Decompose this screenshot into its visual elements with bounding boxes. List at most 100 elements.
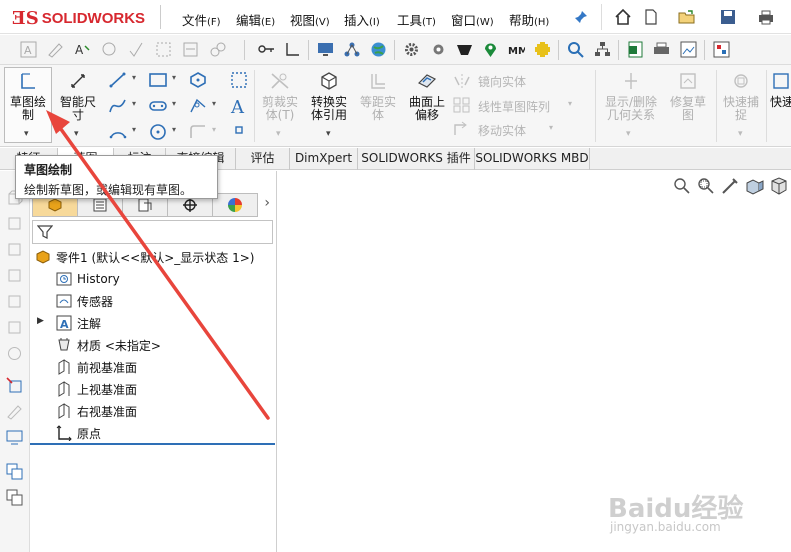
auto-dimension-icon[interactable]: A [74, 41, 91, 58]
zoom-to-fit-icon[interactable] [673, 177, 691, 195]
print-icon[interactable] [757, 8, 775, 26]
open-folder-icon[interactable] [678, 8, 696, 26]
annotation-text-icon[interactable]: A [20, 41, 37, 58]
chevron-right-icon[interactable]: › [264, 195, 270, 211]
image-export-icon[interactable] [680, 41, 697, 58]
copy-layers-icon[interactable] [6, 463, 23, 480]
convert-dropdown-icon[interactable]: ▾ [326, 129, 331, 139]
sweep-icon[interactable] [6, 241, 23, 258]
excel-export-icon[interactable] [627, 41, 644, 58]
mm-units-icon[interactable]: MM [508, 41, 525, 58]
tree-item-right-plane[interactable]: 右视基准面 [55, 401, 137, 421]
tree-item-top-plane[interactable]: 上视基准面 [55, 379, 137, 399]
display-manager-tab[interactable] [213, 194, 257, 216]
rectangle-dropdown-icon[interactable]: ▾ [172, 73, 176, 82]
display-delete-relations-button[interactable]: 显示/删除 几何关系 [600, 71, 662, 122]
trim-entities-button[interactable]: 剪裁实 体(T) [258, 71, 302, 122]
network-icon[interactable] [344, 41, 361, 58]
surface-finish-icon[interactable] [128, 41, 145, 58]
tree-root-part[interactable]: 零件1 (默认<<默认>_显示状态 1>) [34, 247, 254, 267]
circle-icon[interactable] [148, 123, 168, 141]
trim-dropdown-icon[interactable]: ▾ [276, 129, 281, 139]
convert-entities-button[interactable]: 转换实 体引用 [306, 71, 352, 122]
tab-evaluate[interactable]: 评估 [236, 148, 290, 170]
view-display-icon[interactable] [6, 429, 23, 446]
move-entities-icon[interactable] [453, 121, 471, 137]
tree-item-front-plane[interactable]: 前视基准面 [55, 357, 137, 377]
menu-view[interactable]: 视图(V) [290, 10, 330, 29]
menu-tools[interactable]: 工具(T) [397, 10, 436, 29]
boundary-icon[interactable] [6, 293, 23, 310]
sketch-button[interactable]: 草图绘 制 [6, 71, 50, 122]
arc-dropdown-icon[interactable]: ▾ [132, 125, 136, 134]
menu-help[interactable]: 帮助(H) [509, 10, 549, 29]
tree-item-sensors[interactable]: 传感器 [55, 291, 113, 311]
revolve-icon[interactable] [6, 215, 23, 232]
construction-geometry-icon[interactable] [230, 71, 248, 89]
fillet-dropdown-icon[interactable]: ▾ [212, 99, 216, 108]
properties-icon[interactable] [713, 41, 730, 58]
chamfer-icon[interactable] [188, 123, 208, 141]
tab-solidworks-mbd[interactable]: SOLIDWORKS MBD [475, 148, 590, 170]
rapid-sketch-button[interactable]: 快速 [770, 71, 791, 109]
smart-dimension-dropdown-icon[interactable]: ▾ [74, 129, 79, 139]
datum-icon[interactable] [155, 41, 172, 58]
previous-view-icon[interactable] [721, 177, 739, 195]
section-view-icon[interactable] [745, 177, 765, 195]
fillet-icon[interactable] [188, 97, 208, 115]
home-icon[interactable] [614, 8, 632, 26]
key-icon[interactable] [258, 41, 275, 58]
sketch-select-icon[interactable] [6, 377, 23, 394]
cut-icon[interactable] [6, 319, 23, 336]
cup-icon[interactable] [456, 41, 473, 58]
quick-snaps-button[interactable]: 快速捕 捉 [720, 71, 762, 122]
gear-icon[interactable] [403, 41, 420, 58]
view-orientation-icon[interactable] [769, 177, 789, 195]
edit-sketch-icon[interactable] [6, 403, 23, 420]
tree-item-origin[interactable]: 原点 [55, 423, 101, 443]
point-icon[interactable] [234, 125, 244, 135]
offset-on-surface-button[interactable]: 曲面上 偏移 [404, 71, 450, 122]
tree-filter-input[interactable] [32, 220, 273, 244]
rollback-bar[interactable] [30, 443, 275, 445]
printer-icon[interactable] [653, 41, 670, 58]
line-dropdown-icon[interactable]: ▾ [132, 73, 136, 82]
sketch-text-icon[interactable]: A [230, 97, 248, 117]
tree-item-history[interactable]: History [55, 269, 120, 289]
relations-dropdown-icon[interactable]: ▾ [626, 129, 631, 139]
line-icon[interactable] [108, 71, 128, 89]
quick-snaps-dropdown-icon[interactable]: ▾ [738, 129, 743, 139]
polygon-icon[interactable] [188, 71, 208, 89]
move-entities-label[interactable]: 移动实体 [478, 122, 526, 139]
new-document-icon[interactable] [642, 8, 660, 26]
chamfer-dropdown-icon[interactable]: ▾ [212, 125, 216, 134]
balloon-icon[interactable] [101, 41, 118, 58]
pin-icon[interactable] [574, 10, 588, 28]
angle-icon[interactable] [284, 41, 301, 58]
settings-cog-icon[interactable] [430, 41, 447, 58]
hole-callout-icon[interactable] [209, 41, 226, 58]
expand-arrow-icon[interactable]: ▶ [37, 316, 44, 326]
monitor-icon[interactable] [317, 41, 334, 58]
tab-dimxpert[interactable]: DimXpert [290, 148, 358, 170]
edit-appearance-icon[interactable] [47, 41, 64, 58]
sketch-dropdown-icon[interactable]: ▾ [24, 129, 29, 139]
stack-icon[interactable] [6, 489, 23, 506]
menu-window[interactable]: 窗口(W) [451, 10, 494, 29]
slot-dropdown-icon[interactable]: ▾ [172, 99, 176, 108]
menu-edit[interactable]: 编辑(E) [236, 10, 275, 29]
circle-dropdown-icon[interactable]: ▾ [172, 125, 176, 134]
menu-file[interactable]: 文件(F) [182, 10, 221, 29]
mirror-entities-label[interactable]: 镜向实体 [478, 73, 526, 90]
spline-icon[interactable] [108, 97, 128, 115]
spline-dropdown-icon[interactable]: ▾ [132, 99, 136, 108]
weld-symbol-icon[interactable] [182, 41, 199, 58]
save-icon[interactable] [719, 8, 737, 26]
tree-item-material[interactable]: 材质 <未指定> [55, 335, 161, 355]
mirror-entities-icon[interactable] [453, 73, 471, 89]
slot-icon[interactable] [148, 97, 168, 115]
offset-entities-button[interactable]: 等距实 体 [356, 71, 400, 122]
linear-pattern-dropdown-icon[interactable]: ▾ [568, 99, 572, 108]
linear-pattern-icon[interactable] [453, 97, 471, 113]
repair-sketch-button[interactable]: 修复草 图 [666, 71, 710, 122]
